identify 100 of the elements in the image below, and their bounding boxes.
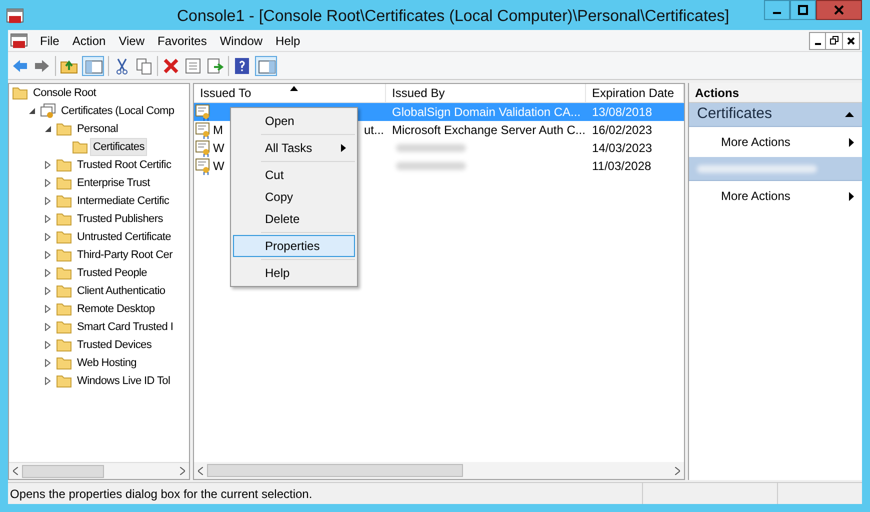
menu-item[interactable]: Favorites — [152, 30, 213, 50]
up-folder-icon[interactable] — [60, 58, 78, 74]
collapsed-arrow-icon[interactable] — [44, 269, 52, 277]
collapsed-arrow-icon[interactable] — [44, 251, 52, 259]
expanded-arrow-icon[interactable] — [28, 107, 36, 115]
tree-item[interactable]: Third-Party Root Cer — [74, 246, 176, 264]
collapsed-arrow-icon[interactable] — [44, 359, 52, 367]
folder-icon — [56, 301, 72, 317]
scroll-right-icon[interactable] — [180, 467, 185, 475]
tree-item[interactable]: Smart Card Trusted I — [74, 318, 176, 336]
menu-item[interactable]: Copy — [233, 186, 355, 208]
menu-item[interactable]: Cut — [233, 164, 355, 186]
app-icon[interactable] — [10, 32, 28, 48]
redacted-text — [396, 162, 466, 170]
folder-icon — [72, 139, 88, 155]
menu-item[interactable]: View — [112, 30, 150, 50]
collapsed-arrow-icon[interactable] — [44, 377, 52, 385]
column-header[interactable]: Issued To — [194, 84, 386, 102]
minimize-button[interactable] — [809, 32, 826, 50]
tree-item[interactable]: Trusted Root Certific — [74, 156, 174, 174]
menu-item[interactable]: Help — [233, 262, 355, 284]
menu-item[interactable]: File — [34, 30, 66, 50]
collapsed-arrow-icon[interactable] — [44, 161, 52, 169]
menu-item[interactable]: All Tasks — [233, 137, 355, 159]
tree-item[interactable]: Certificates — [90, 138, 148, 156]
action-item[interactable]: More Actions — [689, 127, 862, 157]
collapsed-arrow-icon[interactable] — [44, 197, 52, 205]
scroll-left-icon[interactable] — [13, 467, 18, 475]
tree-item[interactable]: Intermediate Certific — [74, 192, 172, 210]
minimize-button[interactable] — [764, 0, 790, 20]
folder-icon — [56, 373, 72, 389]
scroll-left-icon[interactable] — [198, 466, 203, 474]
menu-item[interactable]: Window — [214, 30, 269, 50]
show-tree-icon[interactable] — [82, 56, 104, 76]
menu-item[interactable]: Delete — [233, 208, 355, 230]
tree-item[interactable]: Certificates (Local Comp — [58, 102, 178, 120]
collapsed-arrow-icon[interactable] — [44, 233, 52, 241]
folder-icon — [56, 337, 72, 353]
horizontal-scrollbar[interactable] — [194, 462, 684, 479]
tree-item[interactable]: Trusted Publishers — [74, 210, 166, 228]
scroll-right-icon[interactable] — [675, 466, 680, 474]
properties-icon[interactable] — [184, 56, 202, 74]
delete-icon[interactable] — [162, 56, 180, 74]
collapsed-arrow-icon[interactable] — [44, 341, 52, 349]
menu-item[interactable]: Action — [66, 30, 112, 50]
collapsed-arrow-icon[interactable] — [44, 179, 52, 187]
column-header[interactable]: Issued By — [386, 84, 586, 102]
redacted-text — [396, 144, 466, 152]
tree-item[interactable]: Enterprise Trust — [74, 174, 153, 192]
status-text: Opens the properties dialog box for the current selection. — [9, 486, 314, 502]
export-list-icon[interactable] — [206, 56, 224, 74]
folder-icon — [12, 85, 28, 101]
copy-icon[interactable] — [135, 56, 153, 74]
collapsed-arrow-icon[interactable] — [44, 323, 52, 331]
tree-item[interactable]: Client Authenticatio — [74, 282, 168, 300]
submenu-arrow-icon — [849, 138, 854, 146]
tree-item[interactable]: Windows Live ID Tol — [74, 372, 174, 390]
certificate-store-icon — [40, 103, 56, 119]
section-header[interactable]: Certificates — [689, 103, 862, 127]
collapsed-arrow-icon[interactable] — [44, 215, 52, 223]
column-header[interactable]: Expiration Date — [586, 84, 684, 102]
folder-icon — [56, 211, 72, 227]
horizontal-scrollbar[interactable] — [9, 462, 189, 479]
collapsed-arrow-icon[interactable] — [44, 287, 52, 295]
minimize-icon — [773, 12, 781, 14]
tree-item[interactable]: Personal — [74, 120, 122, 138]
expanded-arrow-icon[interactable] — [44, 125, 52, 133]
tree-item[interactable]: Console Root — [30, 84, 100, 102]
table-cell-text: 16/02/2023 — [591, 122, 654, 139]
submenu-arrow-icon — [341, 144, 346, 152]
show-action-pane-icon[interactable] — [255, 56, 277, 76]
folder-icon — [56, 229, 72, 245]
table-cell-text: 11/03/2028 — [591, 158, 652, 175]
close-icon — [834, 5, 844, 15]
maximize-button[interactable] — [790, 0, 816, 20]
app-icon[interactable] — [6, 7, 24, 25]
menu-item[interactable]: Help — [270, 30, 306, 50]
table-cell-text: W — [213, 158, 224, 175]
folder-icon — [56, 319, 72, 335]
restore-icon — [830, 36, 838, 45]
tree-item[interactable]: Web Hosting — [74, 354, 140, 372]
close-icon — [847, 36, 855, 44]
table-cell: 13/08/2018 — [586, 103, 684, 121]
back-arrow-icon[interactable] — [11, 58, 29, 74]
submenu-arrow-icon — [849, 192, 854, 200]
restore-button[interactable] — [826, 32, 843, 50]
menu-item[interactable]: Properties — [233, 235, 355, 257]
tree-item[interactable]: Trusted Devices — [74, 336, 155, 354]
tree-item[interactable]: Trusted People — [74, 264, 150, 282]
tree-item[interactable]: Untrusted Certificate — [74, 228, 174, 246]
collapsed-arrow-icon[interactable] — [44, 305, 52, 313]
action-item[interactable]: More Actions — [689, 181, 862, 211]
tree-item[interactable]: Remote Desktop — [74, 300, 158, 318]
menu-item[interactable]: Open — [233, 110, 355, 132]
collapse-arrow-icon — [845, 112, 854, 117]
actions-title: Actions — [689, 83, 862, 103]
forward-arrow-icon[interactable] — [33, 58, 51, 74]
close-button[interactable] — [843, 32, 860, 50]
help-icon[interactable] — [233, 56, 251, 74]
folder-icon — [56, 193, 72, 209]
